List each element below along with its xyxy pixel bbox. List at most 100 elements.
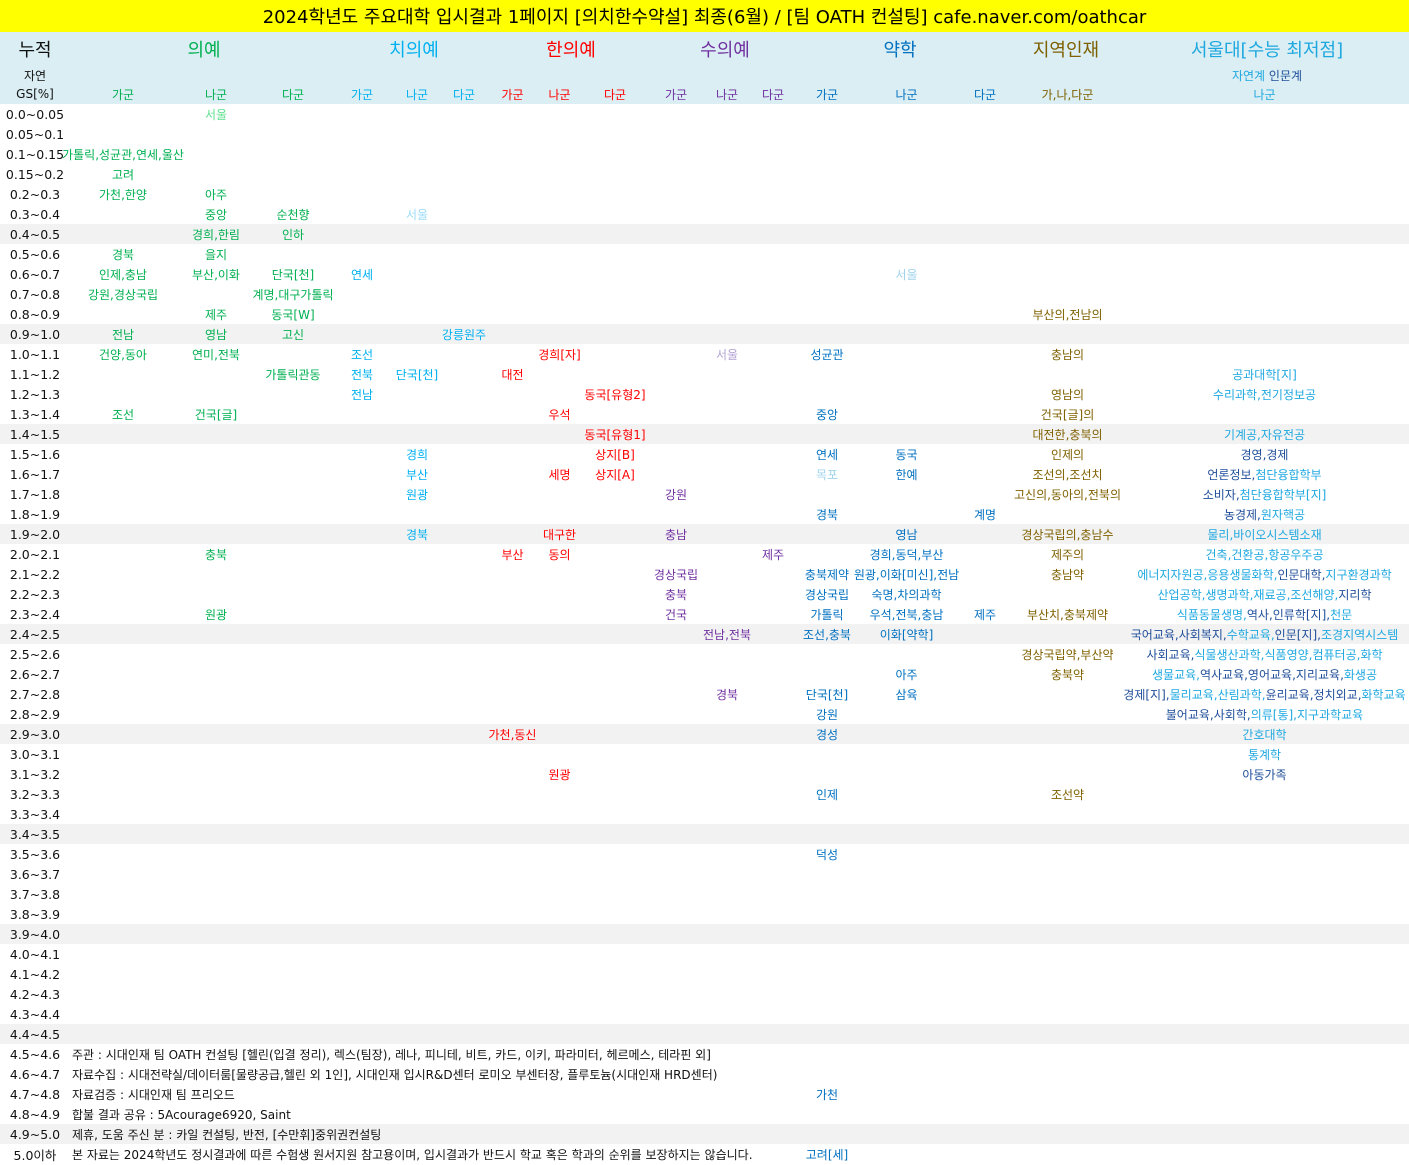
cell-dent-da <box>440 384 488 404</box>
cell-kor-na <box>537 684 582 704</box>
gs-range: 2.9~3.0 <box>9 726 61 742</box>
cell-kor-da <box>582 104 648 124</box>
cell-kor-da <box>582 964 648 984</box>
cell-dent-na <box>394 684 440 704</box>
cell-pharm-na: 경희,동덕,부산 <box>869 547 944 562</box>
cell-pharm-na: 삼육 <box>895 687 918 702</box>
cell-vet-ga <box>648 224 704 244</box>
cell-dent-ga <box>330 964 394 984</box>
cell-med-ga <box>70 744 176 764</box>
cell-vet-da <box>750 604 796 624</box>
cell-dent-ga <box>330 1004 394 1024</box>
cell-med-ga <box>70 544 176 564</box>
cell-med-da <box>256 744 330 764</box>
cell-vet-da: 제주 <box>761 547 785 562</box>
cell-dent-da <box>440 524 488 544</box>
cell-dent-da <box>440 764 488 784</box>
cell-vet-da <box>750 784 796 804</box>
cell-kor-da <box>582 744 648 764</box>
gs-range: 3.4~3.5 <box>9 826 61 842</box>
cell-dent-ga <box>330 824 394 844</box>
cell-med-na <box>176 524 256 544</box>
cell-pharm-da <box>955 924 1015 944</box>
cell-kor-na <box>537 884 582 904</box>
gs-range: 1.4~1.5 <box>9 426 61 442</box>
cell-snu <box>1120 124 1409 144</box>
cell-vet-na <box>704 724 750 744</box>
cell-snu <box>1120 404 1409 424</box>
cell-med-da <box>256 864 330 884</box>
cell-dent-ga: 전북 <box>350 367 374 382</box>
table-row: 2.0~2.1 충북 부산 동의 제주 경희,동덕,부산 제주의 건축,건환공,항공우주공 <box>0 544 1409 564</box>
cell-snu: 식품동물생명, 역사,인류학[지], 천문 <box>1120 604 1409 624</box>
snu-dept: 조경지역시스템 <box>1320 627 1399 642</box>
cell-pharm-da <box>955 944 1015 964</box>
snu-dept: 화생공 <box>1343 667 1378 682</box>
cell-reg <box>1015 264 1120 284</box>
cell-dent-da <box>440 964 488 984</box>
cell-vet-da <box>750 124 796 144</box>
footnote: 주관 : 시대인재 팀 OATH 컨설팅 [헬린(입결 정리), 렉스(팀장),… <box>72 1048 711 1062</box>
cell-vet-da <box>750 964 796 984</box>
table-row: 2.1~2.2 경상국립 충북제약 원광,이화[미신],전남 충남약 에너지자원공,응용생… <box>0 564 1409 584</box>
footnote: 합불 결과 공유 : 5Acourage6920, Saint <box>72 1108 291 1122</box>
cell-dent-na <box>394 284 440 304</box>
cell-pharm-ga <box>796 864 858 884</box>
cell-dent-da <box>440 404 488 424</box>
cell-med-ga <box>70 664 176 684</box>
cell-vet-ga <box>648 804 704 824</box>
cell-reg <box>1015 144 1120 164</box>
cell-reg: 경상국립의,충남수 <box>1021 527 1114 542</box>
group-vet: 수의예 <box>700 40 750 61</box>
cell-kor-da <box>582 544 648 564</box>
cell-kor-ga: 대전 <box>501 367 524 382</box>
cell-kor-ga <box>488 704 537 724</box>
cell-kor-da <box>582 584 648 604</box>
cell-kor-ga <box>488 444 537 464</box>
gs-range: 0.4~0.5 <box>9 226 61 242</box>
cell-reg <box>1015 1104 1120 1124</box>
cell-pharm-ga: 충북제약 <box>804 567 850 582</box>
table-row: 0.0~0.05 서울 <box>0 104 1409 124</box>
cell-med-na <box>176 804 256 824</box>
cell-dent-ga: 조선 <box>350 347 374 362</box>
cell-pharm-na <box>858 1064 955 1084</box>
cell-pharm-ga <box>796 764 858 784</box>
cell-reg <box>1015 1144 1120 1164</box>
table-row: 2.5~2.6 경상국립약,부산약 사회교육, 식물생산과학,식품영양,컴퓨터공,화학 <box>0 644 1409 664</box>
cell-kor-na: 우석 <box>548 407 571 422</box>
snu-dept: 수학교육, <box>1226 627 1275 642</box>
cell-med-na <box>176 704 256 724</box>
cell-med-ga: 가톨릭,성균관,연세,울산 <box>62 147 184 162</box>
cell-med-na <box>176 904 256 924</box>
cell-vet-ga <box>648 784 704 804</box>
cell-reg: 영남의 <box>1050 387 1085 402</box>
cell-pharm-ga <box>796 1004 858 1024</box>
cell-vet-ga <box>648 124 704 144</box>
cell-kor-na <box>537 944 582 964</box>
cell-dent-ga <box>330 704 394 724</box>
cell-vet-da <box>750 624 796 644</box>
cell-reg <box>1015 504 1120 524</box>
cell-vet-ga <box>648 144 704 164</box>
cell-dent-na <box>394 1084 440 1104</box>
gs-range: 2.8~2.9 <box>9 706 61 722</box>
cell-dent-na <box>394 344 440 364</box>
gs-range: 3.1~3.2 <box>9 766 61 782</box>
cell-snu <box>1120 884 1409 904</box>
cell-reg <box>1015 684 1120 704</box>
cell-med-na <box>176 644 256 664</box>
cell-kor-na <box>537 184 582 204</box>
table-row: 4.3~4.4 <box>0 1004 1409 1024</box>
cell-pharm-ga <box>796 204 858 224</box>
cell-kor-da <box>582 784 648 804</box>
cell-med-da <box>256 724 330 744</box>
cell-med-da: 동국[W] <box>271 307 315 322</box>
table-row: 2.6~2.7 아주 충북약 생물교육, 역사교육,영어교육,지리교육, 화생공 <box>0 664 1409 684</box>
cell-pharm-ga: 덕성 <box>815 847 839 862</box>
cell-med-da <box>256 584 330 604</box>
cell-vet-na <box>704 704 750 724</box>
snu-dept: 첨단융합학부[지] <box>1239 487 1327 502</box>
cell-dent-na <box>394 324 440 344</box>
cell-vet-ga <box>648 964 704 984</box>
